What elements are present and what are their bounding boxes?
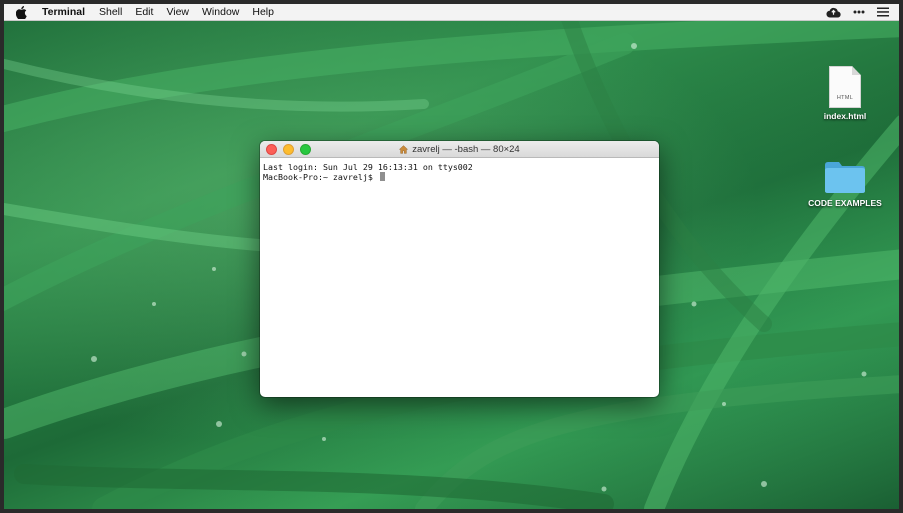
cloud-upload-icon[interactable]: [826, 7, 841, 18]
menu-view[interactable]: View: [166, 6, 189, 18]
page-fold: [852, 66, 861, 75]
list-icon[interactable]: [877, 7, 889, 17]
minimize-button[interactable]: [283, 144, 294, 155]
menu-edit[interactable]: Edit: [135, 6, 153, 18]
terminal-line: Last login: Sun Jul 29 16:13:31 on ttys0…: [263, 162, 473, 172]
terminal-prompt-line: MacBook-Pro:~ zavrelj$: [263, 172, 656, 182]
desktop-folder-code-examples[interactable]: CODE EXAMPLES: [800, 159, 890, 208]
menu-app-terminal[interactable]: Terminal: [42, 6, 85, 18]
file-extension-label: HTML: [836, 95, 854, 101]
desktop-icon-label: index.html: [823, 111, 867, 121]
menu-window[interactable]: Window: [202, 6, 239, 18]
desktop: Terminal Shell Edit View Window Help HTM…: [4, 4, 899, 509]
apple-icon[interactable]: [16, 5, 30, 19]
more-icon[interactable]: [853, 10, 865, 14]
desktop-file-index-html[interactable]: HTML index.html: [810, 66, 880, 121]
desktop-icon-label: CODE EXAMPLES: [808, 198, 882, 208]
home-icon: [399, 144, 409, 154]
menu-bar: Terminal Shell Edit View Window Help: [4, 4, 899, 21]
window-title: zavrelj — -bash — 80×24: [399, 143, 520, 155]
menu-help[interactable]: Help: [252, 6, 274, 18]
maximize-button[interactable]: [300, 144, 311, 155]
menu-shell[interactable]: Shell: [99, 6, 122, 18]
terminal-titlebar[interactable]: zavrelj — -bash — 80×24: [260, 141, 659, 158]
terminal-output[interactable]: Last login: Sun Jul 29 16:13:31 on ttys0…: [260, 158, 659, 186]
close-button[interactable]: [266, 144, 277, 155]
text-cursor: [379, 172, 385, 181]
window-controls: [266, 144, 311, 155]
window-title-text: zavrelj — -bash — 80×24: [412, 143, 520, 155]
folder-icon: [825, 162, 865, 193]
terminal-window[interactable]: zavrelj — -bash — 80×24 Last login: Sun …: [260, 141, 659, 397]
html-file-icon: HTML: [829, 66, 861, 108]
menu-bar-extras: [826, 4, 889, 20]
terminal-prompt: MacBook-Pro:~ zavrelj$: [263, 172, 378, 182]
